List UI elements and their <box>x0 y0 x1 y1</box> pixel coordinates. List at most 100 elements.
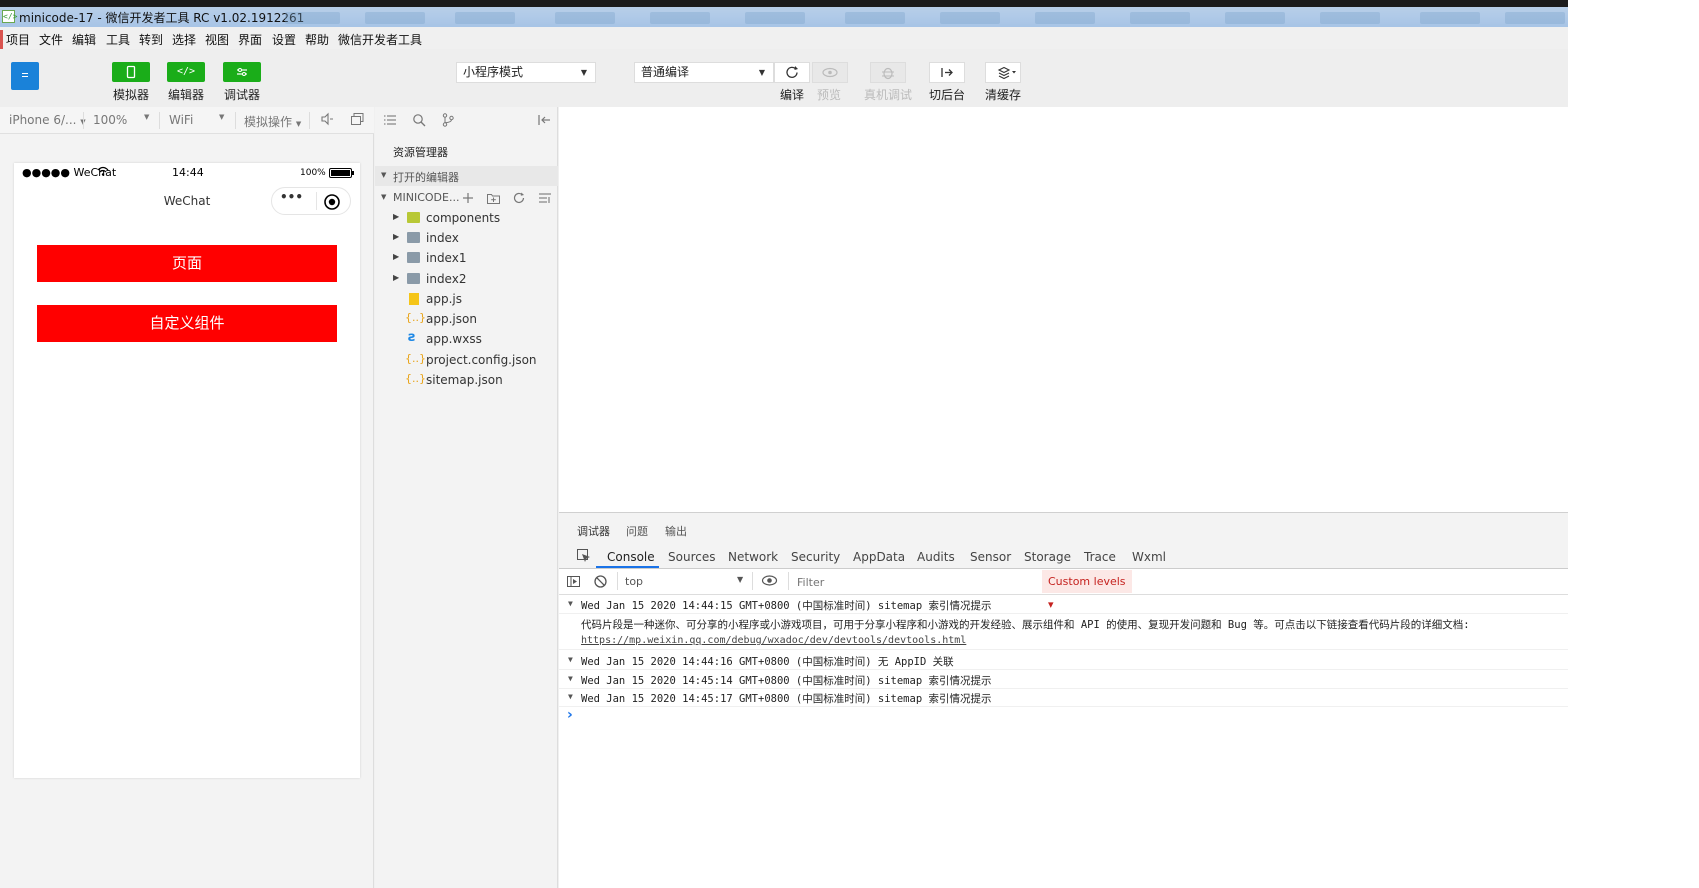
tab-sensor[interactable]: Sensor <box>970 550 1011 564</box>
compile-select[interactable]: 普通编译 ▼ <box>634 62 774 83</box>
docs-link[interactable]: https://mp.weixin.qq.com/debug/wxadoc/de… <box>581 635 966 646</box>
devtools-panel: 调试器 问题 输出 Console Sources Network Securi… <box>559 512 1568 888</box>
menu-select[interactable]: 选择 <box>172 31 196 48</box>
inspect-element-icon[interactable] <box>576 548 591 566</box>
capsule-menu: ••• <box>271 187 351 215</box>
console-prompt[interactable]: › <box>559 707 1568 727</box>
tree-item-app-wxss[interactable]: ƨ app.wxss <box>375 329 558 349</box>
tab-storage[interactable]: Storage <box>1024 550 1071 564</box>
tree-item-project-config[interactable]: {..} project.config.json <box>375 350 558 370</box>
new-file-icon[interactable] <box>461 191 475 208</box>
editor-button[interactable]: </> <box>167 62 205 82</box>
avatar[interactable] <box>11 62 39 90</box>
debugger-button[interactable] <box>223 62 261 82</box>
tab-problems[interactable]: 问题 <box>626 523 648 539</box>
chevron-down-icon: ▼ <box>737 575 744 584</box>
log-entry[interactable]: ▼ Wed Jan 15 2020 14:44:15 GMT+0800 (中国标… <box>559 595 1568 614</box>
network-select[interactable]: WiFi ▼ <box>169 113 227 127</box>
menu-bar: 项目 文件 编辑 工具 转到 选择 视图 界面 设置 帮助 微信开发者工具 <box>0 27 1568 49</box>
compile-button[interactable] <box>774 62 810 83</box>
log-entry[interactable]: ▼ Wed Jan 15 2020 14:45:14 GMT+0800 (中国标… <box>559 670 1568 689</box>
tab-appdata[interactable]: AppData <box>853 550 905 564</box>
console-filter-input[interactable] <box>793 572 1041 592</box>
explorer-toolbar <box>375 107 558 134</box>
tab-output[interactable]: 输出 <box>665 523 687 539</box>
menu-settings[interactable]: 设置 <box>272 31 296 48</box>
background-label: 切后台 <box>928 88 965 102</box>
taskbar-ghost <box>650 12 710 24</box>
divider <box>752 572 753 590</box>
sound-button[interactable] <box>319 111 335 130</box>
log-levels-select[interactable]: Custom levels ▾ <box>1042 570 1132 611</box>
log-entry[interactable]: ▼ Wed Jan 15 2020 14:45:17 GMT+0800 (中国标… <box>559 688 1568 707</box>
folder-icon <box>407 212 420 223</box>
project-section[interactable]: ▼ MINICODE... <box>375 188 558 208</box>
preview-button[interactable] <box>812 62 848 83</box>
tab-security[interactable]: Security <box>791 550 840 564</box>
tab-network[interactable]: Network <box>728 550 778 564</box>
page-button[interactable]: 页面 <box>37 245 337 282</box>
menu-file[interactable]: 文件 <box>39 31 63 48</box>
window-button[interactable] <box>349 111 365 130</box>
open-editors-label: 打开的编辑器 <box>393 171 459 184</box>
tree-item-index2[interactable]: ▶ index2 <box>375 269 558 289</box>
device-select[interactable]: iPhone 6/... ▼ <box>9 113 86 127</box>
tab-trace[interactable]: Trace <box>1084 550 1116 564</box>
editor-area[interactable] <box>559 107 1568 512</box>
capsule-divider <box>316 192 317 210</box>
chevron-right-icon: ▶ <box>393 252 400 261</box>
explorer-title: 资源管理器 <box>393 146 448 159</box>
custom-component-button[interactable]: 自定义组件 <box>37 305 337 342</box>
tree-item-index1[interactable]: ▶ index1 <box>375 248 558 268</box>
chevron-down-icon: ▼ <box>295 120 302 128</box>
window-titlebar: </> minicode-17 - 微信开发者工具 RC v1.02.19122… <box>0 7 1568 27</box>
background-button[interactable] <box>929 62 965 83</box>
context-select[interactable]: top ▼ <box>625 575 745 588</box>
tree-item-components[interactable]: ▶ components <box>375 208 558 228</box>
menu-goto[interactable]: 转到 <box>139 31 163 48</box>
tree-item-app-json[interactable]: {..} app.json <box>375 309 558 329</box>
log-entry[interactable]: ▼ Wed Jan 15 2020 14:44:16 GMT+0800 (中国标… <box>559 651 1568 670</box>
taskbar-ghost <box>845 12 905 24</box>
tab-wxml[interactable]: Wxml <box>1132 550 1166 564</box>
open-editors-section[interactable]: ▼ 打开的编辑器 <box>375 166 558 186</box>
source-control-icon[interactable] <box>441 113 455 130</box>
refresh-icon[interactable] <box>512 191 526 208</box>
search-icon[interactable] <box>412 113 426 130</box>
menu-tools[interactable]: 工具 <box>106 31 130 48</box>
simulator-button[interactable] <box>112 62 150 82</box>
tab-console[interactable]: Console <box>607 550 655 564</box>
clear-cache-button[interactable] <box>985 62 1021 83</box>
tab-debugger[interactable]: 调试器 <box>577 523 610 539</box>
divider <box>159 112 160 129</box>
tree-item-sitemap[interactable]: {..} sitemap.json <box>375 370 558 390</box>
divider <box>235 112 236 129</box>
clear-console-icon[interactable] <box>593 574 608 592</box>
menu-help[interactable]: 帮助 <box>305 31 329 48</box>
chevron-down-icon: ▼ <box>568 599 573 608</box>
menu-project[interactable]: 项目 <box>6 31 30 48</box>
tree-item-index[interactable]: ▶ index <box>375 228 558 248</box>
collapse-panel-icon[interactable] <box>537 113 551 130</box>
simulator-label: 模拟器 <box>112 88 149 102</box>
eye-icon <box>822 67 838 78</box>
tab-audits[interactable]: Audits <box>917 550 955 564</box>
collapse-all-icon[interactable] <box>538 191 552 208</box>
close-miniprogram-icon[interactable] <box>323 193 341 214</box>
live-expression-icon[interactable] <box>761 573 778 591</box>
sidebar-toggle-icon[interactable] <box>566 574 581 592</box>
menu-view[interactable]: 视图 <box>205 31 229 48</box>
folder-icon <box>407 252 420 263</box>
remote-debug-button[interactable] <box>870 62 906 83</box>
new-folder-icon[interactable] <box>486 191 501 208</box>
list-icon[interactable] <box>383 113 397 130</box>
simulate-operation-select[interactable]: 模拟操作 ▼ <box>244 113 301 130</box>
zoom-select[interactable]: 100% ▼ <box>93 113 153 127</box>
menu-interface[interactable]: 界面 <box>238 31 262 48</box>
menu-edit[interactable]: 编辑 <box>72 31 96 48</box>
menu-wechat-devtools[interactable]: 微信开发者工具 <box>338 31 422 48</box>
tab-sources[interactable]: Sources <box>668 550 715 564</box>
mode-select[interactable]: 小程序模式 ▼ <box>456 62 596 83</box>
more-icon[interactable]: ••• <box>280 190 303 204</box>
tree-item-app-js[interactable]: app.js <box>375 289 558 309</box>
